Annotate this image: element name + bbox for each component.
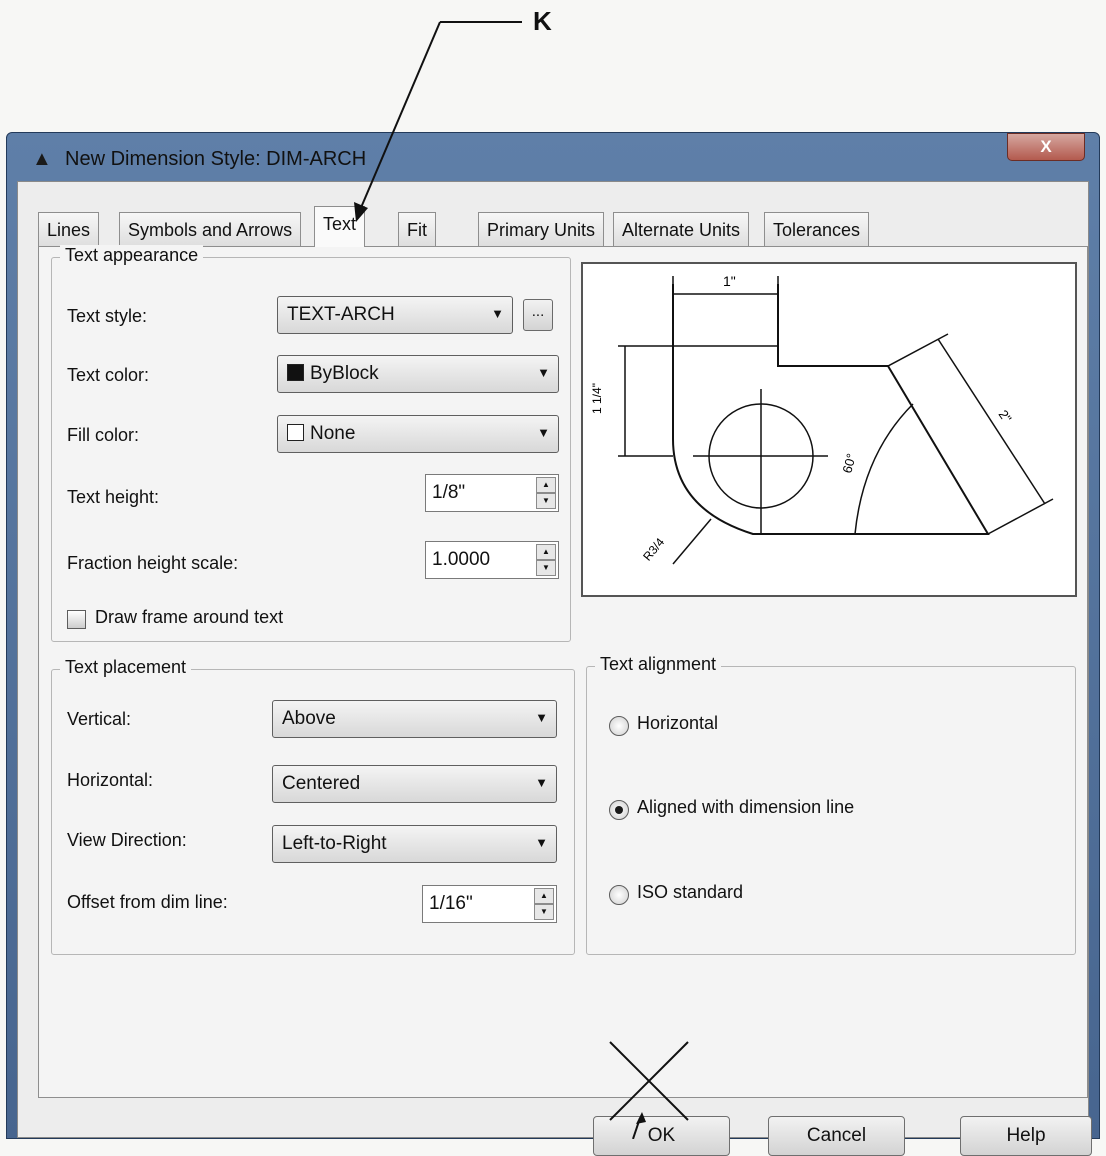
offset-from-dim-line-spinner[interactable]: 1/16" ▲ ▼ [422, 885, 557, 923]
spin-down-icon[interactable]: ▼ [534, 904, 554, 920]
horizontal-label: Horizontal: [67, 770, 154, 790]
text-placement-group: Text placement Vertical: Above ▼ Horizon… [51, 657, 575, 955]
text-alignment-group: Text alignment Horizontal Aligned with d… [586, 654, 1076, 955]
chevron-down-icon: ▼ [537, 425, 550, 440]
fraction-height-scale-spinner[interactable]: 1.0000 ▲ ▼ [425, 541, 559, 579]
text-appearance-legend: Text appearance [60, 245, 204, 266]
text-style-value: TEXT-ARCH [287, 304, 395, 325]
text-placement-legend: Text placement [60, 657, 192, 678]
text-alignment-legend: Text alignment [595, 654, 722, 675]
text-height-value: 1/8" [432, 482, 466, 503]
fraction-height-scale-label: Fraction height scale: [67, 553, 239, 573]
chevron-down-icon: ▼ [537, 365, 550, 380]
chevron-down-icon: ▼ [491, 306, 504, 321]
view-direction-value: Left-to-Right [282, 833, 387, 854]
horizontal-value: Centered [282, 773, 361, 794]
fill-color-label: Fill color: [67, 425, 140, 445]
alignment-horizontal-label: Horizontal [637, 713, 719, 733]
tab-lines[interactable]: Lines [38, 212, 100, 246]
preview-dim-angle: 60° [839, 452, 859, 475]
text-height-label: Text height: [67, 487, 160, 507]
text-tab-panel: Text appearance Text style: TEXT-ARCH ▼ … [38, 245, 1088, 1098]
view-direction-label: View Direction: [67, 830, 187, 850]
dialog-client: Lines Symbols and Arrows Text Fit Primar… [17, 181, 1092, 1156]
vertical-label: Vertical: [67, 709, 132, 729]
spin-down-icon[interactable]: ▼ [536, 560, 556, 576]
tab-symbols-and-arrows[interactable]: Symbols and Arrows [119, 212, 302, 246]
chevron-down-icon: ▼ [535, 835, 548, 850]
text-appearance-group: Text appearance Text style: TEXT-ARCH ▼ … [51, 245, 571, 642]
alignment-aligned-label: Aligned with dimension line [637, 797, 855, 817]
dialog-window: ▲ New Dimension Style: DIM-ARCH X Lines … [6, 132, 1100, 1156]
view-direction-combo[interactable]: Left-to-Right ▼ [272, 825, 557, 863]
color-swatch-icon [287, 424, 304, 441]
spin-up-icon[interactable]: ▲ [534, 888, 554, 904]
autocad-icon: ▲ [32, 148, 52, 170]
close-button[interactable]: X [1007, 133, 1085, 161]
tab-alternate-units[interactable]: Alternate Units [613, 212, 750, 246]
offset-from-dim-line-label: Offset from dim line: [67, 892, 228, 912]
alignment-horizontal-radio[interactable] [609, 716, 629, 736]
callout-label-k: K [533, 6, 552, 36]
fraction-height-scale-value: 1.0000 [432, 549, 491, 570]
tab-fit[interactable]: Fit [398, 212, 436, 246]
text-color-value: ByBlock [310, 363, 379, 384]
preview-dim-left: 1 1/4" [590, 383, 604, 414]
vertical-value: Above [282, 708, 336, 729]
text-style-label: Text style: [67, 306, 148, 326]
chevron-down-icon: ▼ [535, 710, 548, 725]
text-style-combo[interactable]: TEXT-ARCH ▼ [277, 296, 513, 334]
draw-frame-label: Draw frame around text [95, 607, 284, 627]
preview-dim-diag: 2" [996, 407, 1015, 426]
fill-color-combo[interactable]: None ▼ [277, 415, 559, 453]
preview-dim-top: 1" [723, 273, 736, 289]
cancel-button[interactable]: Cancel [768, 1116, 905, 1156]
offset-from-dim-line-value: 1/16" [429, 893, 473, 914]
color-swatch-icon [287, 364, 304, 381]
alignment-aligned-radio[interactable] [609, 800, 629, 820]
help-button[interactable]: Help [960, 1116, 1092, 1156]
tab-tolerances[interactable]: Tolerances [764, 212, 870, 246]
fill-color-value: None [310, 423, 356, 444]
dimension-preview-drawing: 1" 1 1/4" 2" 60° R3/4 [590, 273, 1054, 565]
tab-primary-units[interactable]: Primary Units [478, 212, 605, 246]
vertical-combo[interactable]: Above ▼ [272, 700, 557, 738]
window-title: New Dimension Style: DIM-ARCH [65, 148, 367, 170]
preview-panel: 1" 1 1/4" 2" 60° R3/4 [581, 262, 1077, 597]
alignment-iso-label: ISO standard [637, 882, 744, 902]
ok-button[interactable]: OK [593, 1116, 730, 1156]
horizontal-combo[interactable]: Centered ▼ [272, 765, 557, 803]
draw-frame-checkbox[interactable] [67, 610, 86, 629]
tab-text[interactable]: Text [314, 206, 366, 247]
preview-dim-radius: R3/4 [640, 535, 667, 564]
chevron-down-icon: ▼ [535, 775, 548, 790]
spin-down-icon[interactable]: ▼ [536, 493, 556, 509]
spin-up-icon[interactable]: ▲ [536, 544, 556, 560]
spin-up-icon[interactable]: ▲ [536, 477, 556, 493]
text-color-label: Text color: [67, 365, 150, 385]
text-color-combo[interactable]: ByBlock ▼ [277, 355, 559, 393]
text-height-spinner[interactable]: 1/8" ▲ ▼ [425, 474, 559, 512]
alignment-iso-radio[interactable] [609, 885, 629, 905]
title-bar: ▲ New Dimension Style: DIM-ARCH X [7, 133, 1099, 179]
text-style-browse-button[interactable]: ... [523, 299, 553, 331]
